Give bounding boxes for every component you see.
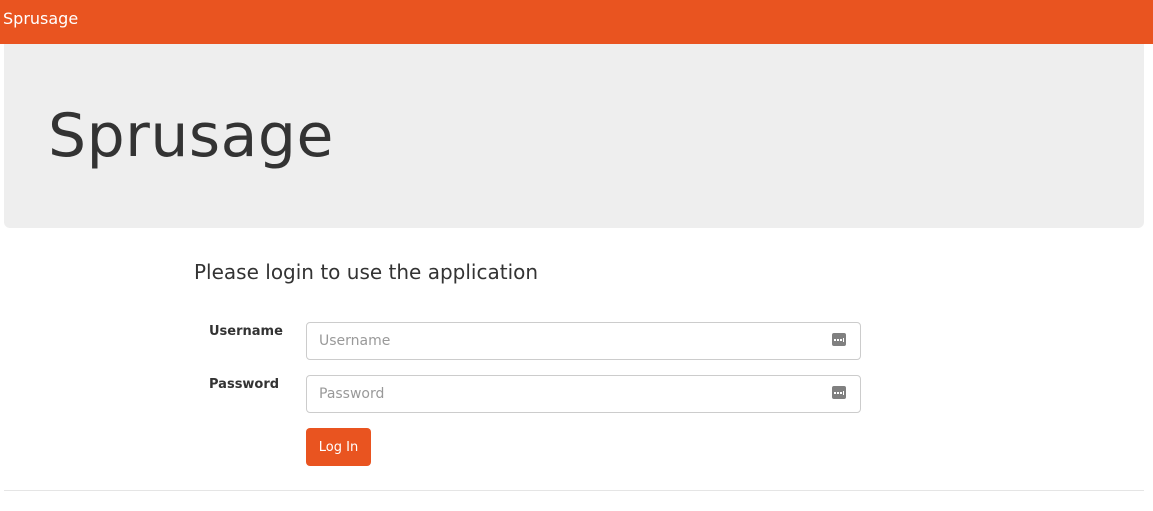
login-heading: Please login to use the application — [194, 260, 539, 284]
jumbotron-header: Sprusage — [4, 44, 1144, 228]
top-navbar: Sprusage — [0, 0, 1153, 44]
username-input[interactable] — [307, 323, 860, 359]
username-label: Username — [209, 324, 283, 339]
password-manager-icon[interactable] — [832, 333, 846, 346]
password-label: Password — [209, 377, 280, 392]
login-button[interactable]: Log In — [306, 428, 371, 466]
username-field-wrapper — [306, 322, 861, 360]
page-title: Sprusage — [48, 101, 334, 171]
footer-divider — [4, 490, 1144, 491]
navbar-brand-link[interactable]: Sprusage — [3, 9, 78, 29]
password-manager-icon[interactable] — [832, 386, 846, 399]
password-field-wrapper — [306, 375, 861, 413]
password-input[interactable] — [307, 376, 860, 412]
